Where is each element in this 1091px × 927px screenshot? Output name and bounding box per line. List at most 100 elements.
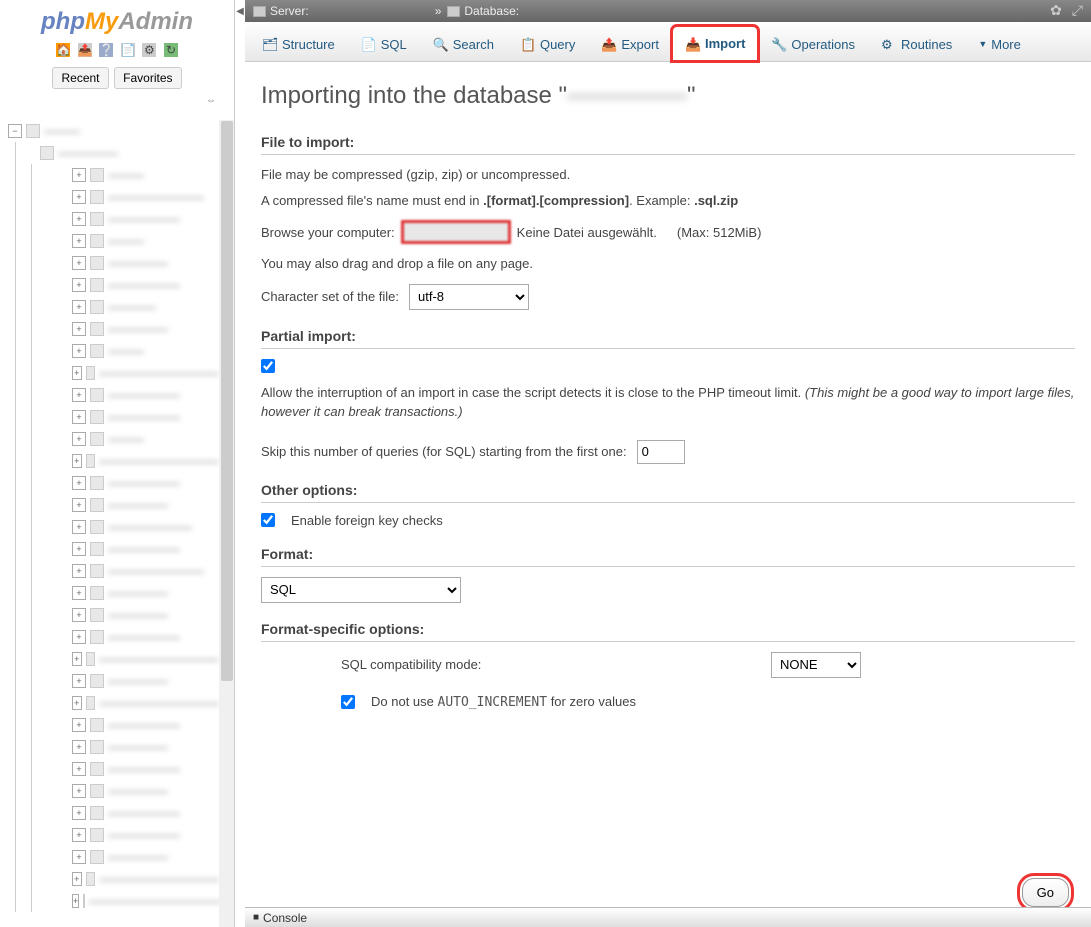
tree-root[interactable]: − ——— [8, 120, 219, 142]
tree-table[interactable]: +——————————— [40, 890, 219, 912]
expand-icon[interactable]: + [72, 718, 86, 732]
collapse-icon[interactable]: ⇔ [0, 93, 234, 106]
tree-table[interactable]: +————— [40, 846, 219, 868]
expand-icon[interactable]: + [72, 520, 86, 534]
skip-queries-input[interactable] [637, 440, 685, 464]
expand-icon[interactable]: + [72, 652, 82, 666]
tree-table[interactable]: +————— [40, 582, 219, 604]
tab-query[interactable]: 📋Query [507, 26, 588, 61]
tree-database[interactable]: ————— [24, 142, 219, 164]
tab-routines[interactable]: ⚙Routines [868, 26, 965, 61]
expand-icon[interactable]: + [72, 498, 86, 512]
foreign-key-checkbox[interactable] [261, 513, 275, 527]
tree-table[interactable]: +——— [40, 164, 219, 186]
sidebar-scrollbar[interactable] [219, 120, 234, 927]
tree-table[interactable]: +————— [40, 604, 219, 626]
tab-export[interactable]: 📤Export [588, 26, 672, 61]
tree-table[interactable]: +——— [40, 340, 219, 362]
expand-icon[interactable]: + [72, 234, 86, 248]
expand-icon[interactable]: + [72, 344, 86, 358]
tree-table[interactable]: +——— [40, 428, 219, 450]
go-button[interactable]: Go [1022, 878, 1069, 907]
tree-table[interactable]: +—————— [40, 208, 219, 230]
expand-icon[interactable]: + [72, 586, 86, 600]
tree-table[interactable]: +—————————— [40, 868, 219, 890]
expand-icon[interactable]: + [72, 806, 86, 820]
compat-mode-select[interactable]: NONE [771, 652, 861, 678]
tree-table[interactable]: +—————— [40, 714, 219, 736]
tree-table[interactable]: +—————————— [40, 362, 219, 384]
expand-icon[interactable]: + [72, 872, 82, 886]
expand-icon[interactable]: + [72, 300, 86, 314]
sql-icon[interactable]: 📄 [121, 43, 135, 57]
expand-icon[interactable]: + [72, 630, 86, 644]
expand-icon[interactable]: ⤢ [1072, 2, 1083, 18]
expand-icon[interactable]: + [72, 322, 86, 336]
expand-icon[interactable]: + [72, 410, 86, 424]
tree-table[interactable]: +——— [40, 230, 219, 252]
favorites-button[interactable]: Favorites [114, 67, 181, 89]
tree-table[interactable]: +———————— [40, 560, 219, 582]
tree-table[interactable]: +—————————— [40, 692, 219, 714]
panel-splitter[interactable]: ◀ [235, 0, 245, 927]
reload-icon[interactable]: ↻ [164, 43, 178, 57]
tree-table[interactable]: +—————— [40, 472, 219, 494]
file-input[interactable] [401, 220, 511, 244]
logout-icon[interactable]: 📤 [78, 43, 92, 57]
recent-button[interactable]: Recent [52, 67, 108, 89]
tree-table[interactable]: +—————— [40, 824, 219, 846]
collapse-icon[interactable]: − [8, 124, 22, 138]
gear-icon[interactable]: ✿ [1050, 2, 1062, 18]
tree-table[interactable]: +—————— [40, 538, 219, 560]
tree-table[interactable]: +———— [40, 296, 219, 318]
home-icon[interactable]: 🏠 [56, 43, 70, 57]
expand-icon[interactable]: + [72, 740, 86, 754]
tab-search[interactable]: 🔍Search [420, 26, 507, 61]
tree-table[interactable]: +————— [40, 670, 219, 692]
tree-table[interactable]: +—————————— [40, 450, 219, 472]
tree-table[interactable]: +————— [40, 318, 219, 340]
expand-icon[interactable]: + [72, 674, 86, 688]
expand-icon[interactable]: + [72, 388, 86, 402]
expand-icon[interactable]: + [72, 564, 86, 578]
expand-icon[interactable]: + [72, 454, 82, 468]
expand-icon[interactable]: + [72, 190, 86, 204]
expand-icon[interactable]: + [72, 784, 86, 798]
tree-table[interactable]: +—————————— [40, 648, 219, 670]
gear-icon[interactable]: ⚙ [142, 43, 156, 57]
tree-table[interactable]: +—————— [40, 384, 219, 406]
expand-icon[interactable]: + [72, 476, 86, 490]
expand-icon[interactable]: + [72, 696, 82, 710]
tab-sql[interactable]: 📄SQL [348, 26, 420, 61]
tree-table[interactable]: +————— [40, 494, 219, 516]
phpmyadmin-logo[interactable]: phpMyAdmin [0, 0, 234, 40]
tree-table[interactable]: +—————— [40, 758, 219, 780]
tree-table[interactable]: +————— [40, 736, 219, 758]
tab-operations[interactable]: 🔧Operations [758, 26, 868, 61]
tab-import[interactable]: 📥Import [672, 26, 758, 61]
expand-icon[interactable]: + [72, 894, 79, 908]
format-select[interactable]: SQL [261, 577, 461, 603]
tree-table[interactable]: +——————— [40, 516, 219, 538]
tree-table[interactable]: +—————— [40, 274, 219, 296]
tree-table[interactable]: +—————— [40, 406, 219, 428]
allow-interrupt-checkbox[interactable] [261, 359, 275, 373]
expand-icon[interactable]: + [72, 762, 86, 776]
expand-icon[interactable]: + [72, 850, 86, 864]
tree-table[interactable]: +—————— [40, 802, 219, 824]
expand-icon[interactable]: + [72, 212, 86, 226]
tab-more[interactable]: ▼More [965, 26, 1034, 61]
tree-table[interactable]: +———————— [40, 186, 219, 208]
tree-table[interactable]: +————— [40, 780, 219, 802]
no-auto-increment-checkbox[interactable] [341, 695, 355, 709]
expand-icon[interactable]: + [72, 608, 86, 622]
expand-icon[interactable]: + [72, 828, 86, 842]
expand-icon[interactable]: + [72, 278, 86, 292]
docs-icon[interactable]: ❔ [99, 43, 113, 57]
tab-structure[interactable]: 🗂Structure [249, 26, 348, 61]
expand-icon[interactable]: + [72, 168, 86, 182]
expand-icon[interactable]: + [72, 366, 82, 380]
expand-icon[interactable]: + [72, 256, 86, 270]
expand-icon[interactable]: + [72, 542, 86, 556]
expand-icon[interactable]: + [72, 432, 86, 446]
